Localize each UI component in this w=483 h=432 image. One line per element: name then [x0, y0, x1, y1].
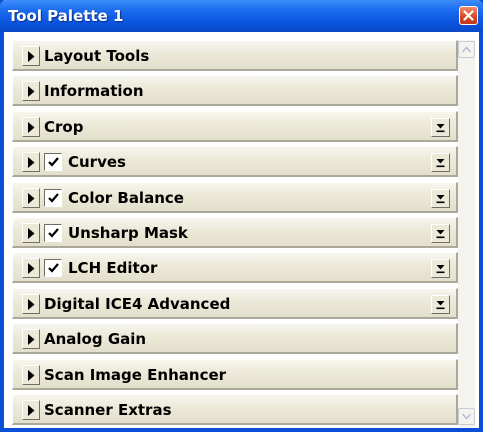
scroll-up-button[interactable] — [458, 41, 475, 58]
tool-palette-window: Tool Palette 1 Layout Tools Information Cr… — [0, 0, 483, 432]
close-icon — [463, 10, 474, 21]
tool-row-label: Layout Tools — [44, 47, 150, 65]
tool-row-label: Scan Image Enhancer — [44, 366, 227, 384]
chevron-down-icon — [462, 413, 471, 420]
triangle-right-icon — [28, 86, 35, 97]
expand-button[interactable] — [22, 365, 40, 385]
triangle-right-icon — [28, 157, 35, 168]
tool-row[interactable]: Curves — [12, 146, 458, 177]
dropdown-arrow-icon — [436, 195, 445, 204]
expand-button[interactable] — [22, 152, 40, 172]
tool-row[interactable]: Scan Image Enhancer — [12, 359, 458, 390]
triangle-right-icon — [28, 370, 35, 381]
expand-button[interactable] — [22, 258, 40, 278]
enable-checkbox[interactable] — [44, 224, 62, 242]
expand-button[interactable] — [22, 46, 40, 66]
dropdown-arrow-icon — [436, 159, 445, 168]
dropdown-arrow-icon — [436, 265, 445, 274]
tool-row[interactable]: Digital ICE4 Advanced — [12, 288, 458, 319]
options-menu-button[interactable] — [431, 295, 450, 314]
tool-row-label: Information — [44, 82, 144, 100]
expand-button[interactable] — [22, 188, 40, 208]
options-menu-button[interactable] — [431, 259, 450, 278]
tool-row-label: Digital ICE4 Advanced — [44, 295, 231, 313]
triangle-right-icon — [28, 299, 35, 310]
tool-row-label: Curves — [68, 153, 126, 171]
dropdown-arrow-icon — [436, 124, 445, 133]
expand-button[interactable] — [22, 329, 40, 349]
vertical-scrollbar[interactable] — [458, 40, 475, 427]
close-button[interactable] — [459, 6, 478, 25]
title-bar[interactable]: Tool Palette 1 — [0, 0, 483, 32]
options-menu-button[interactable] — [431, 189, 450, 208]
dropdown-arrow-icon — [436, 230, 445, 239]
options-menu-button[interactable] — [431, 118, 450, 137]
tool-row-label: Analog Gain — [44, 330, 147, 348]
tool-row-label: Scanner Extras — [44, 401, 172, 419]
tool-list: Layout Tools Information Crop Curves Color B… — [12, 40, 459, 427]
expand-button[interactable] — [22, 294, 40, 314]
tool-row[interactable]: Crop — [12, 111, 458, 142]
scroll-down-button[interactable] — [458, 408, 475, 425]
tool-row[interactable]: Information — [12, 75, 458, 106]
triangle-right-icon — [28, 122, 35, 133]
tool-row[interactable]: Color Balance — [12, 182, 458, 213]
expand-button[interactable] — [22, 223, 40, 243]
expand-button[interactable] — [22, 81, 40, 101]
tool-row-label: Color Balance — [68, 189, 184, 207]
tool-row-label: Crop — [44, 118, 84, 136]
triangle-right-icon — [28, 405, 35, 416]
checkmark-icon — [48, 157, 59, 167]
tool-row-label: LCH Editor — [68, 259, 158, 277]
chevron-up-icon — [462, 46, 471, 53]
checkmark-icon — [48, 263, 59, 273]
tool-row-label: Unsharp Mask — [68, 224, 188, 242]
triangle-right-icon — [28, 228, 35, 239]
checkmark-icon — [48, 193, 59, 203]
triangle-right-icon — [28, 263, 35, 274]
tool-row[interactable]: Analog Gain — [12, 323, 458, 354]
checkmark-icon — [48, 228, 59, 238]
dropdown-arrow-icon — [436, 301, 445, 310]
window-title: Tool Palette 1 — [8, 7, 124, 25]
tool-row[interactable]: Layout Tools — [12, 40, 458, 71]
expand-button[interactable] — [22, 400, 40, 420]
tool-row[interactable]: Scanner Extras — [12, 394, 458, 425]
triangle-right-icon — [28, 334, 35, 345]
expand-button[interactable] — [22, 117, 40, 137]
enable-checkbox[interactable] — [44, 189, 62, 207]
tool-row[interactable]: Unsharp Mask — [12, 217, 458, 248]
options-menu-button[interactable] — [431, 153, 450, 172]
enable-checkbox[interactable] — [44, 259, 62, 277]
enable-checkbox[interactable] — [44, 153, 62, 171]
triangle-right-icon — [28, 193, 35, 204]
tool-row[interactable]: LCH Editor — [12, 252, 458, 283]
options-menu-button[interactable] — [431, 224, 450, 243]
triangle-right-icon — [28, 51, 35, 62]
